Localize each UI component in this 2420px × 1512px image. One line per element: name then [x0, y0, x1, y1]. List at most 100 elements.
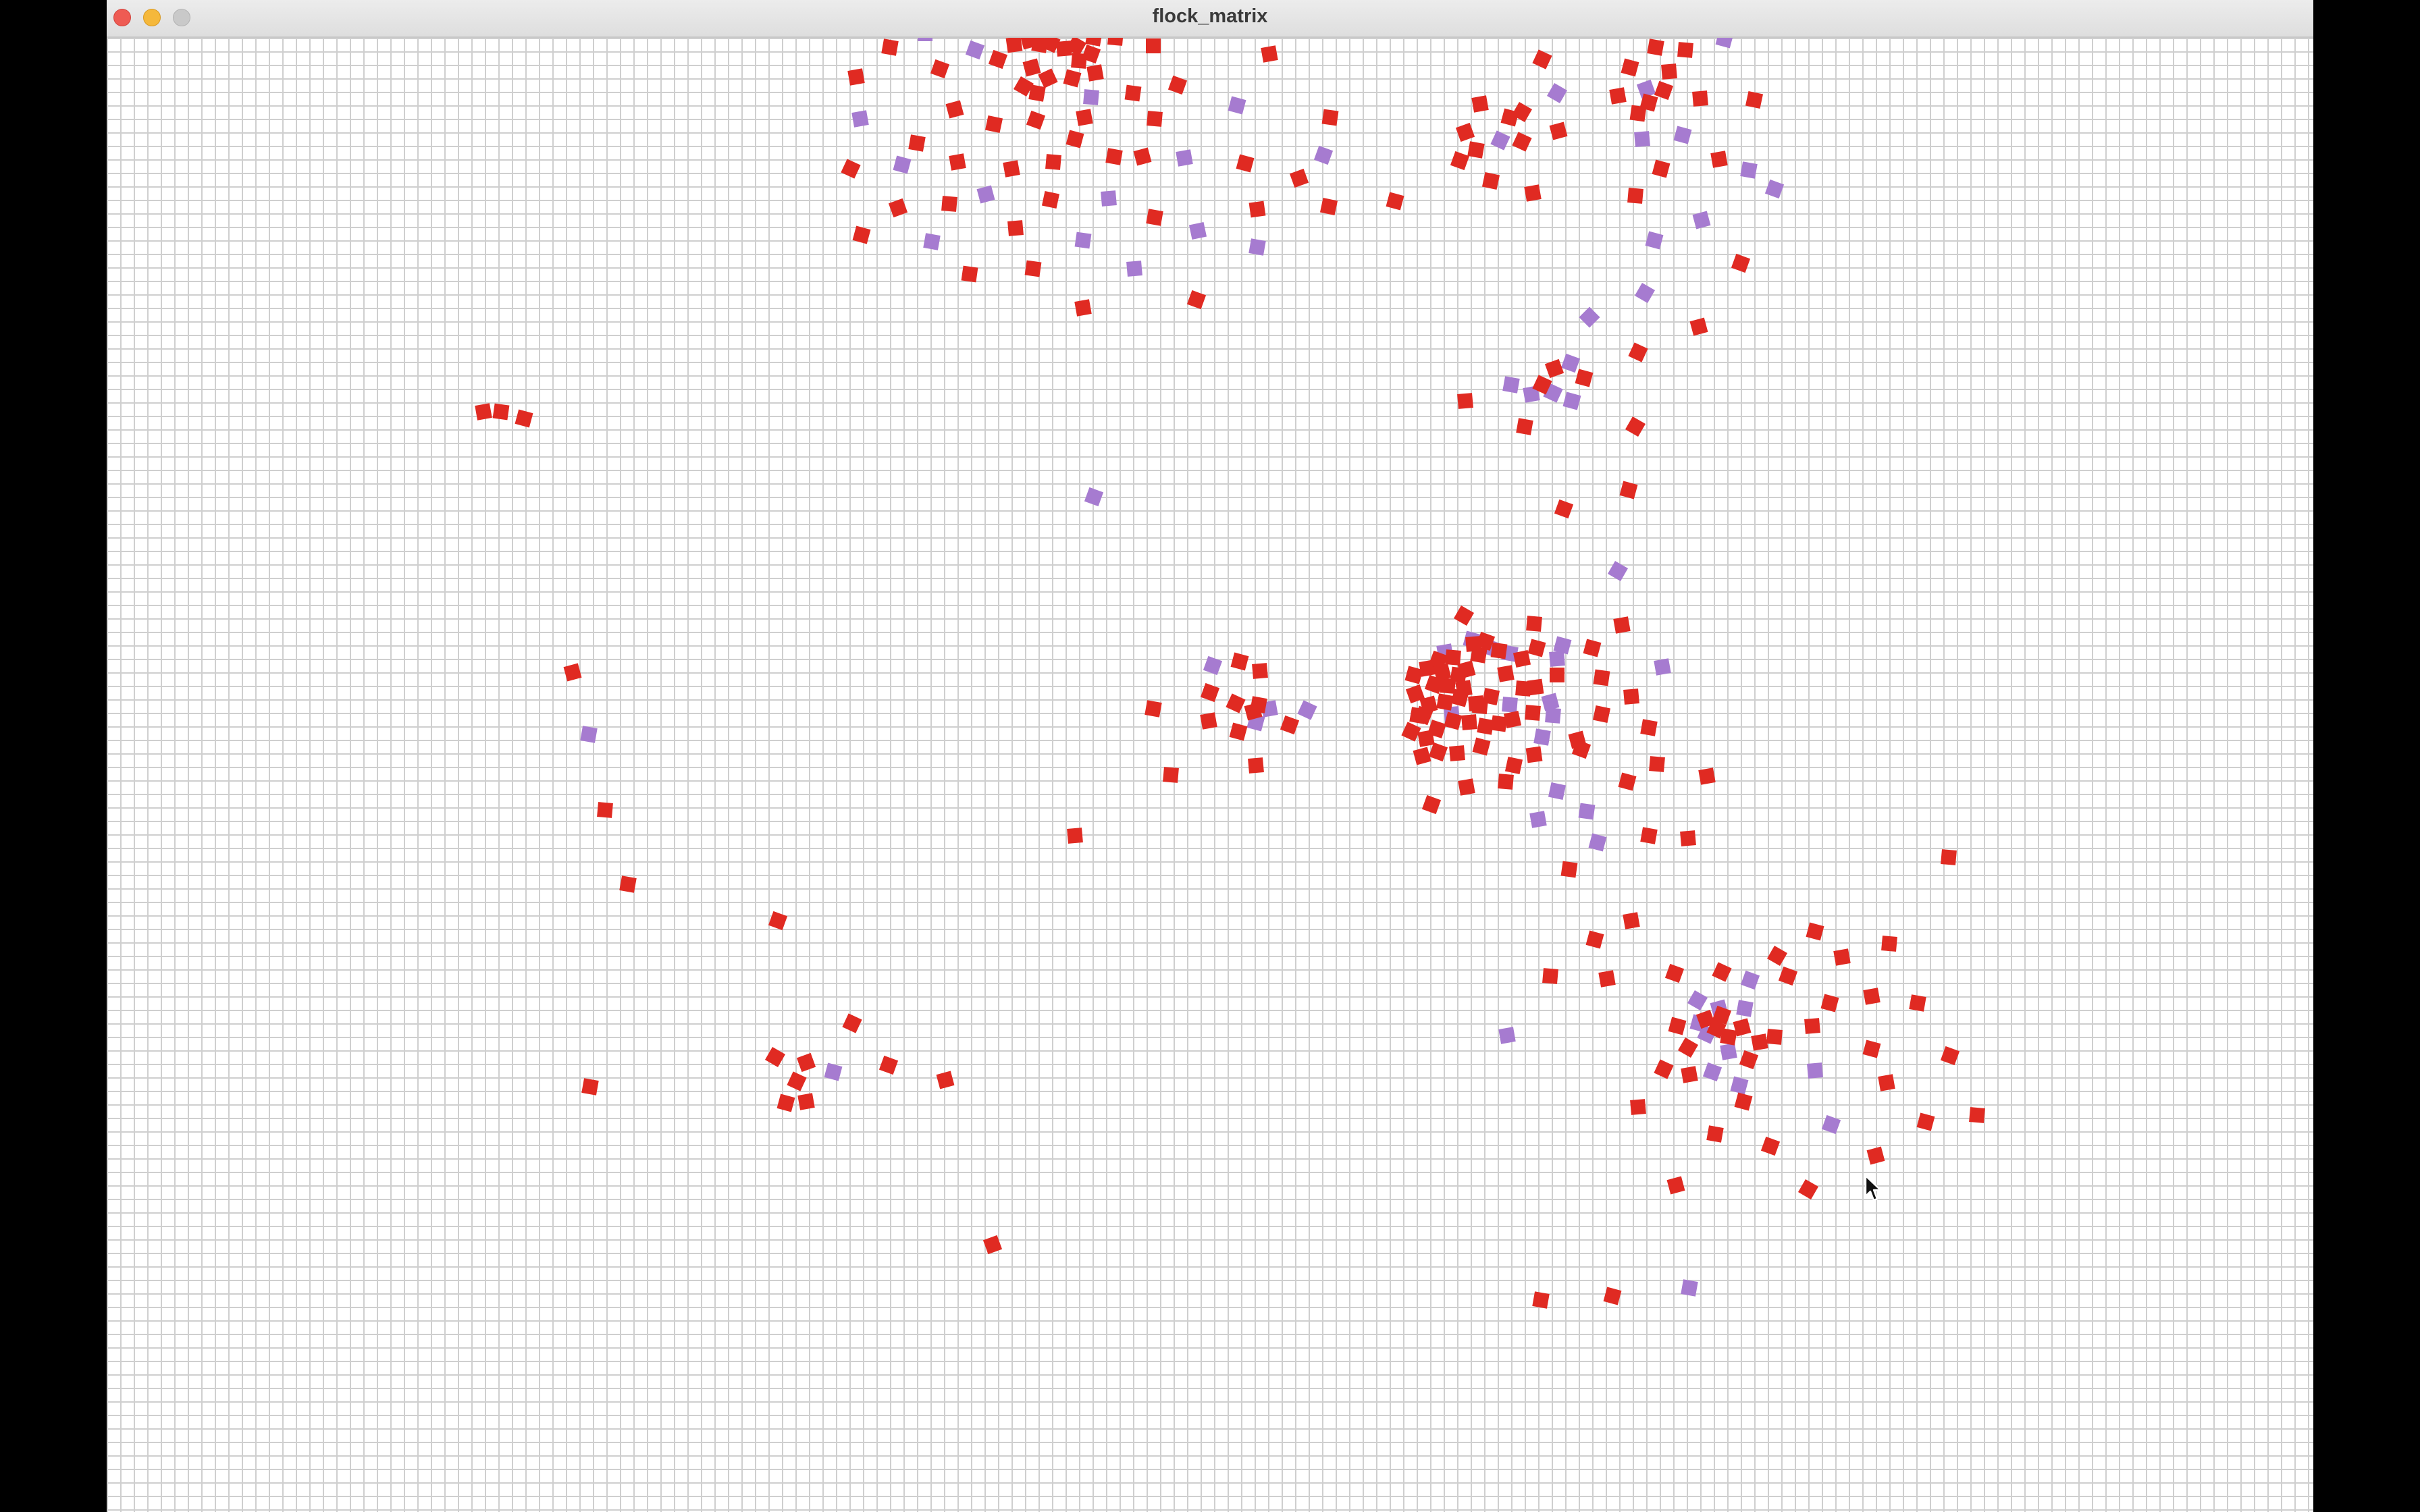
- red-boid: [797, 1093, 815, 1110]
- red-boid: [982, 1235, 1003, 1255]
- red-boid: [1745, 90, 1764, 109]
- purple-boid: [1687, 990, 1708, 1011]
- red-boid: [1778, 966, 1798, 986]
- purple-boid: [1764, 179, 1785, 199]
- purple-boid: [1498, 1027, 1516, 1044]
- red-boid: [1028, 84, 1046, 102]
- purple-boid: [1740, 161, 1758, 179]
- red-boid: [1230, 652, 1249, 671]
- red-boid: [1086, 64, 1104, 82]
- red-boid: [1453, 605, 1475, 626]
- red-boid: [777, 1094, 795, 1112]
- red-boid: [1664, 963, 1685, 983]
- red-boid: [1661, 63, 1677, 80]
- red-boid: [787, 1071, 807, 1091]
- red-boid: [1640, 827, 1658, 844]
- purple-boid: [1546, 82, 1568, 104]
- red-boid: [1542, 968, 1558, 984]
- purple-boid: [1203, 655, 1223, 676]
- red-boid: [1003, 160, 1020, 178]
- red-boid: [1628, 342, 1648, 362]
- red-boid: [1236, 154, 1255, 173]
- red-boid: [1575, 369, 1594, 387]
- red-boid: [1613, 616, 1631, 634]
- red-boid: [988, 49, 1008, 70]
- red-boid: [764, 1046, 786, 1068]
- red-boid: [1024, 260, 1042, 277]
- red-boid: [1623, 688, 1639, 705]
- red-boid: [768, 911, 788, 931]
- red-boid: [1969, 1107, 1985, 1123]
- purple-boid: [1654, 658, 1671, 676]
- purple-boid: [851, 110, 869, 128]
- red-boid: [796, 1052, 816, 1073]
- purple-boid: [1248, 238, 1266, 256]
- red-boid: [1248, 757, 1264, 774]
- red-boid: [1544, 358, 1564, 379]
- purple-boid: [1297, 700, 1317, 720]
- red-boid: [1525, 746, 1543, 763]
- red-boid: [515, 409, 533, 428]
- red-boid: [1916, 1112, 1935, 1131]
- title-bar[interactable]: flock_matrix: [107, 0, 2313, 38]
- red-boid: [1668, 1017, 1687, 1035]
- purple-boid: [1545, 707, 1561, 724]
- purple-boid: [1083, 89, 1099, 105]
- red-boid: [1471, 95, 1489, 113]
- red-boid: [1455, 122, 1475, 142]
- purple-boid: [965, 40, 985, 60]
- red-boid: [1797, 1179, 1819, 1200]
- red-boid: [1516, 418, 1533, 435]
- window-title: flock_matrix: [1152, 5, 1268, 27]
- red-boid: [1550, 668, 1564, 682]
- red-boid: [1261, 45, 1278, 63]
- purple-boid: [1634, 282, 1656, 304]
- purple-boid: [1579, 306, 1600, 328]
- simulation-canvas[interactable]: [107, 38, 2313, 1512]
- red-boid: [1401, 722, 1421, 742]
- red-boid: [1681, 1066, 1698, 1083]
- red-boid: [1647, 38, 1664, 56]
- red-boid: [1524, 184, 1542, 202]
- red-boid: [1229, 722, 1248, 741]
- red-boid: [1806, 922, 1824, 941]
- red-boid: [1076, 109, 1093, 126]
- red-boid: [1666, 1176, 1685, 1195]
- red-boid: [563, 663, 582, 682]
- red-boid: [1226, 693, 1246, 713]
- red-boid: [1445, 649, 1461, 666]
- purple-boid: [1548, 782, 1567, 801]
- red-boid: [1107, 38, 1124, 46]
- red-boid: [1706, 1125, 1724, 1143]
- purple-boid: [1730, 1076, 1749, 1095]
- red-boid: [1105, 148, 1123, 165]
- red-boid: [1200, 682, 1220, 703]
- purple-boid: [1807, 1062, 1823, 1079]
- red-boid: [1063, 69, 1082, 88]
- red-boid: [1428, 742, 1448, 762]
- red-boid: [1677, 42, 1693, 58]
- red-boid: [1504, 756, 1523, 775]
- purple-boid: [1502, 697, 1518, 713]
- red-boid: [1248, 200, 1266, 218]
- red-boid: [1417, 730, 1435, 747]
- red-boid: [842, 1013, 862, 1033]
- purple-boid: [976, 185, 995, 204]
- red-boid: [1603, 1287, 1622, 1305]
- red-boid: [1067, 828, 1083, 844]
- red-boid: [1751, 1033, 1768, 1051]
- red-boid: [1526, 616, 1542, 632]
- red-boid: [1525, 705, 1541, 721]
- purple-boid: [1681, 1279, 1698, 1297]
- red-boid: [1621, 58, 1639, 77]
- purple-boid: [1607, 560, 1629, 582]
- purple-boid: [1634, 131, 1650, 147]
- purple-boid: [1101, 190, 1117, 207]
- arrow-cursor-icon: [1864, 1174, 1882, 1202]
- purple-boid: [1560, 353, 1581, 373]
- purple-boid: [1533, 728, 1551, 746]
- purple-boid: [1720, 1043, 1737, 1060]
- red-boid: [1512, 132, 1532, 152]
- red-boid: [1490, 642, 1508, 659]
- red-boid: [1720, 1028, 1737, 1046]
